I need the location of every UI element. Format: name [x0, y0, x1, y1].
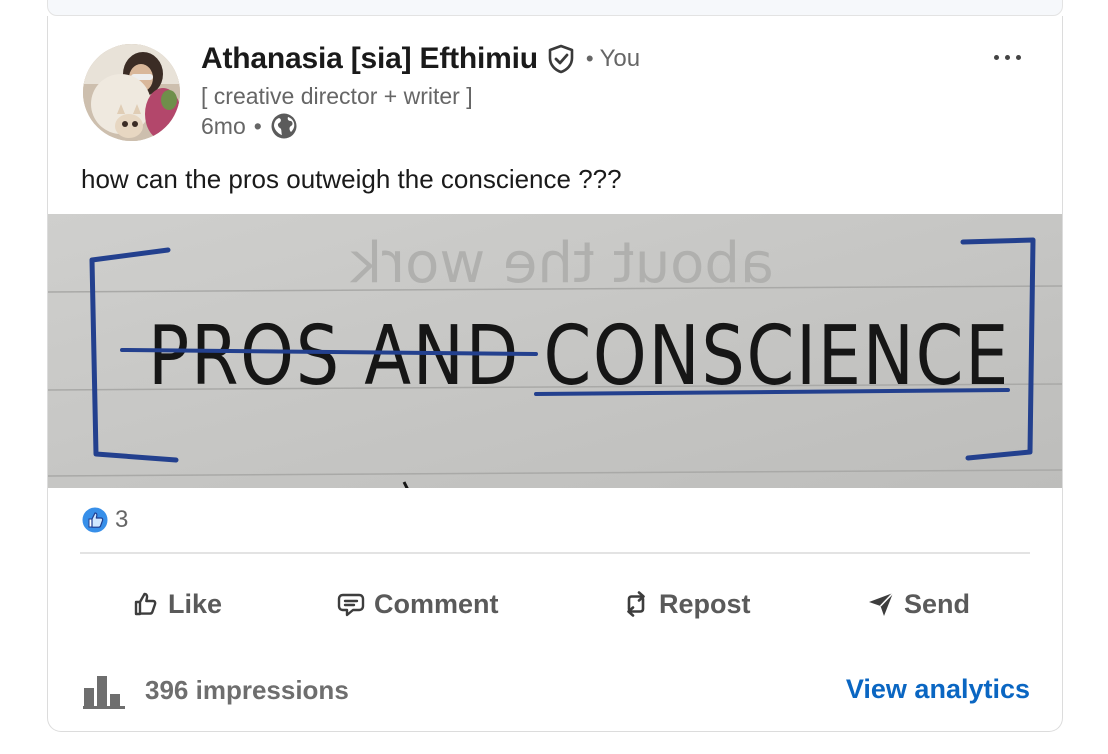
- post-actions-bar: Like Comment Repost Send: [48, 574, 1062, 634]
- reactions-summary[interactable]: 3: [81, 506, 128, 534]
- like-button[interactable]: Like: [130, 574, 222, 634]
- send-label: Send: [904, 588, 971, 619]
- thumbs-up-icon: [134, 592, 157, 616]
- like-label: Like: [168, 588, 223, 619]
- more-dot: [1004, 54, 1010, 60]
- comment-icon: [337, 593, 365, 617]
- reaction-count: 3: [115, 506, 129, 533]
- impressions-count: 396 impressions: [145, 674, 349, 705]
- previous-post-card-edge: [47, 0, 1063, 16]
- comment-button[interactable]: Comment: [336, 574, 499, 634]
- author-headline: [ creative director + writer ]: [201, 83, 473, 109]
- time-separator: •: [253, 112, 262, 139]
- repost-icon: [627, 591, 645, 617]
- send-button[interactable]: Send: [866, 574, 970, 634]
- repost-label: Repost: [659, 588, 751, 619]
- like-reaction-icon: [81, 506, 109, 534]
- author-name-row: Athanasia [sia] Efthimiu • You: [201, 42, 640, 76]
- impressions-row: 396 impressions: [81, 668, 349, 712]
- post-meta: 6mo •: [201, 112, 298, 140]
- faint-mirrored-text: about the work: [349, 231, 774, 296]
- you-label: You: [599, 45, 641, 72]
- handwriting-photo: about the work PROS AND CONSCIENCE: [48, 214, 1062, 488]
- post-time[interactable]: 6mo: [201, 113, 246, 140]
- post-image[interactable]: about the work PROS AND CONSCIENCE: [48, 214, 1062, 488]
- more-horizontal-icon: [993, 54, 999, 60]
- author-avatar[interactable]: [83, 44, 180, 141]
- more-dot: [1015, 54, 1021, 60]
- actions-divider: [80, 552, 1030, 554]
- post-text: how can the pros outweigh the conscience…: [81, 164, 622, 194]
- comment-label: Comment: [374, 588, 499, 619]
- more-options-button[interactable]: [985, 44, 1029, 70]
- bar-chart-icon: [81, 668, 127, 712]
- verified-shield-icon[interactable]: [546, 44, 576, 74]
- send-icon: [869, 592, 894, 616]
- globe-icon: [270, 112, 298, 140]
- view-analytics-link[interactable]: View analytics: [846, 674, 1030, 705]
- author-name[interactable]: Athanasia [sia] Efthimiu: [201, 42, 538, 76]
- avatar-photo: [83, 44, 180, 141]
- repost-button[interactable]: Repost: [621, 574, 751, 634]
- name-separator: •: [585, 46, 594, 71]
